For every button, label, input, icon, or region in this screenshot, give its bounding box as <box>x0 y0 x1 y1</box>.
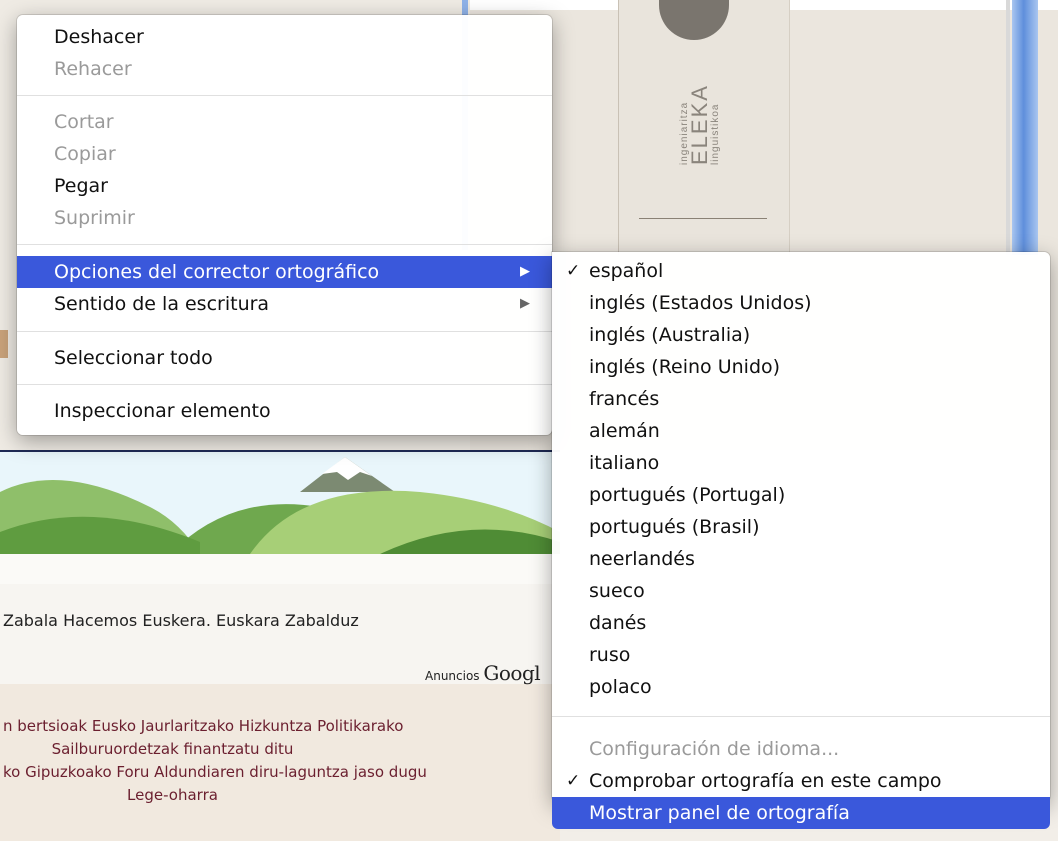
menu-separator <box>17 331 552 332</box>
spelling-submenu: ✓ español inglés (Estados Unidos) inglés… <box>552 252 1050 829</box>
scroll-track <box>1006 0 1010 255</box>
menu-item-spelling-options[interactable]: Opciones del corrector ortográfico ▶ <box>17 256 552 288</box>
menu-item-delete[interactable]: Suprimir <box>17 202 552 234</box>
scrollbar[interactable] <box>1012 0 1038 255</box>
language-item[interactable]: danés <box>552 607 1050 639</box>
menu-separator <box>17 95 552 96</box>
language-item[interactable]: inglés (Australia) <box>552 319 1050 351</box>
submenu-arrow-icon: ▶ <box>520 296 530 311</box>
submenu-arrow-icon: ▶ <box>520 264 530 279</box>
footer-line-1: n bertsioak Eusko Jaurlaritzako Hizkuntz… <box>3 717 404 735</box>
language-item[interactable]: portugués (Brasil) <box>552 511 1050 543</box>
brain-logo-icon <box>659 0 729 40</box>
menu-separator <box>552 716 1050 717</box>
context-menu: Deshacer Rehacer Cortar Copiar Pegar Sup… <box>17 15 552 435</box>
footer-line-3: ko Gipuzkoako Foru Aldundiaren diru-lagu… <box>3 763 427 781</box>
language-item[interactable]: polaco <box>552 671 1050 703</box>
eleka-logo: ingeniaritza ELEKA linguistikoa <box>679 84 721 165</box>
language-item[interactable]: portugués (Portugal) <box>552 479 1050 511</box>
google-ads-label[interactable]: Anuncios Googl <box>425 661 541 685</box>
language-settings-item[interactable]: Configuración de idioma... <box>552 733 1050 765</box>
ads-label: Anuncios <box>425 669 480 683</box>
logo-rule <box>639 218 767 219</box>
eleka-logo-panel: ingeniaritza ELEKA linguistikoa <box>618 0 790 255</box>
menu-item-label: Sentido de la escritura <box>54 293 270 315</box>
checkmark-icon: ✓ <box>566 771 581 791</box>
menu-item-copy[interactable]: Copiar <box>17 138 552 170</box>
language-item[interactable]: inglés (Reino Unido) <box>552 351 1050 383</box>
logo-brand: ELEKA <box>687 84 712 165</box>
slogan-text: Zabala Hacemos Euskera. Euskara Zabalduz <box>3 611 359 630</box>
menu-item-writing-direction[interactable]: Sentido de la escritura ▶ <box>17 288 552 320</box>
language-item[interactable]: ruso <box>552 639 1050 671</box>
checkmark-icon: ✓ <box>566 261 581 281</box>
menu-item-cut[interactable]: Cortar <box>17 106 552 138</box>
language-item[interactable]: alemán <box>552 415 1050 447</box>
menu-item-redo[interactable]: Rehacer <box>17 53 552 85</box>
language-item[interactable]: inglés (Estados Unidos) <box>552 287 1050 319</box>
hills-banner-image <box>0 450 560 556</box>
menu-separator <box>17 384 552 385</box>
language-item[interactable]: neerlandés <box>552 543 1050 575</box>
menu-item-label: Opciones del corrector ortográfico <box>54 261 380 283</box>
menu-item-select-all[interactable]: Seleccionar todo <box>17 342 552 374</box>
check-spelling-in-field-item[interactable]: ✓ Comprobar ortografía en este campo <box>552 765 1050 797</box>
language-item[interactable]: sueco <box>552 575 1050 607</box>
footer-line-2: Sailburuordetzak finantzatu ditu <box>51 740 294 758</box>
menu-item-undo[interactable]: Deshacer <box>17 21 552 53</box>
left-edge-tab <box>0 330 8 358</box>
white-band <box>0 554 560 584</box>
language-label: español <box>589 260 664 282</box>
language-item[interactable]: italiano <box>552 447 1050 479</box>
google-logo: Googl <box>483 661 541 685</box>
show-spelling-panel-item[interactable]: Mostrar panel de ortografía <box>552 797 1050 829</box>
menu-item-label: Comprobar ortografía en este campo <box>589 770 942 792</box>
menu-separator <box>17 244 552 245</box>
language-item[interactable]: francés <box>552 383 1050 415</box>
menu-item-paste[interactable]: Pegar <box>17 170 552 202</box>
language-item-spanish[interactable]: ✓ español <box>552 255 1050 287</box>
legal-notice-link[interactable]: Lege-oharra <box>0 786 345 804</box>
menu-item-inspect-element[interactable]: Inspeccionar elemento <box>17 395 552 427</box>
